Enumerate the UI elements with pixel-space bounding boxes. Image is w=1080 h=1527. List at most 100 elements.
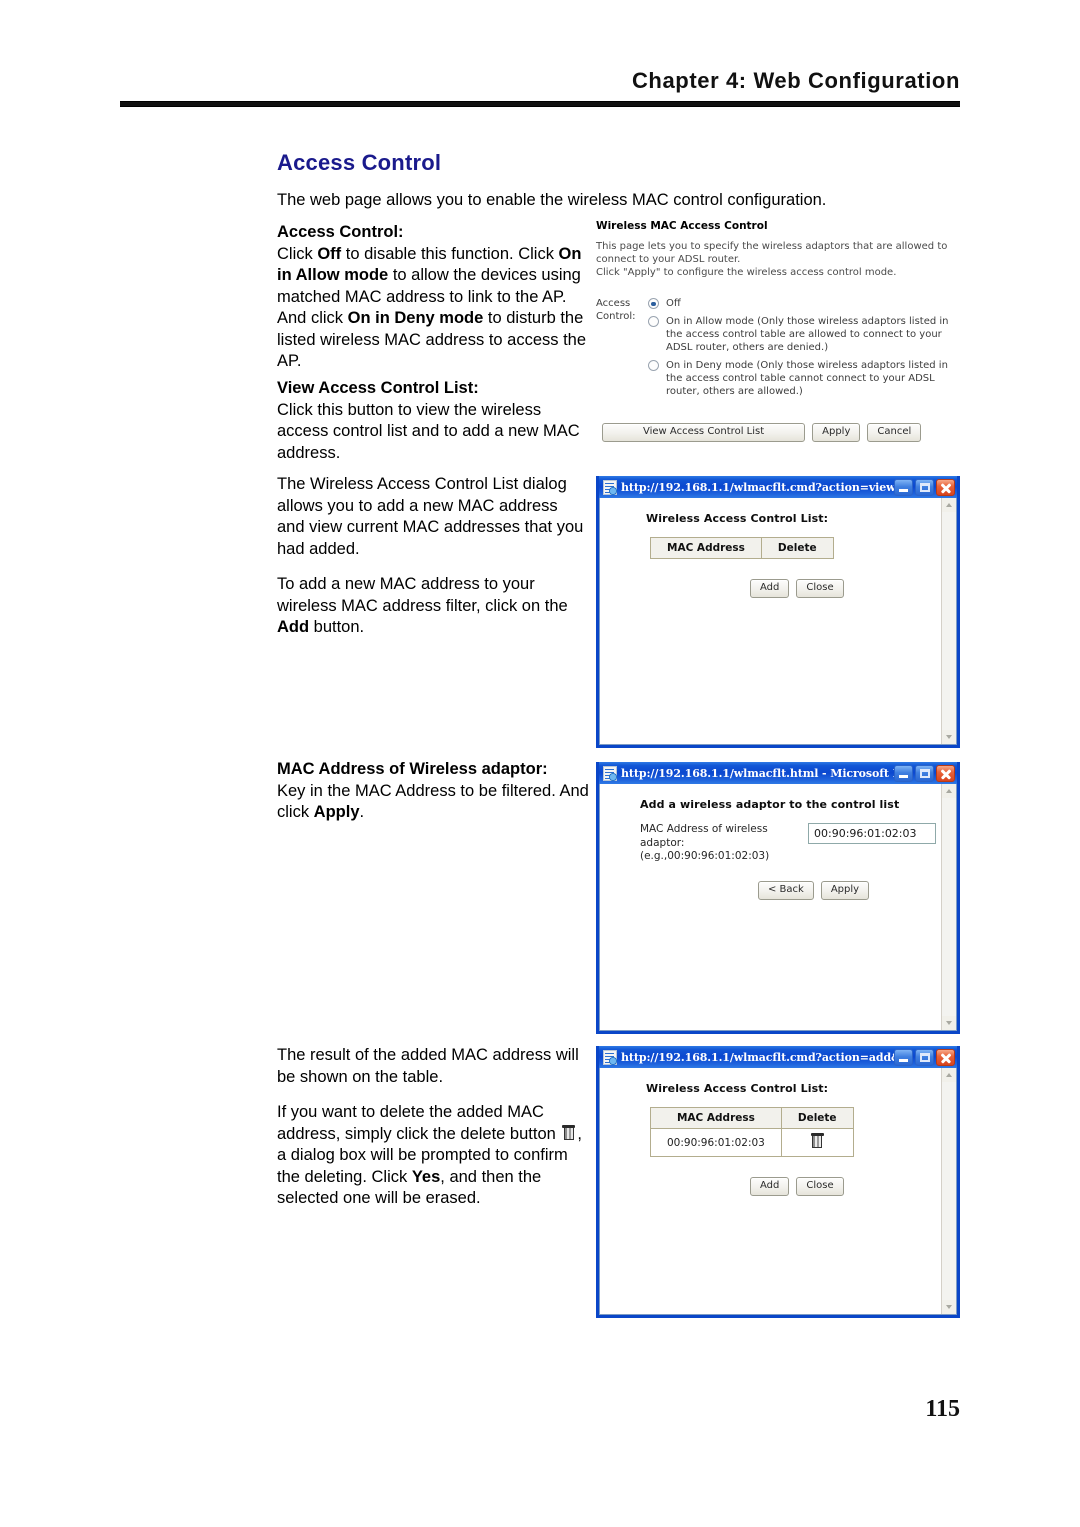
apply-button[interactable]: Apply <box>812 423 861 443</box>
cell-mac-address: 00:90:96:01:02:03 <box>650 1128 782 1157</box>
intro-paragraph: The web page allows you to enable the wi… <box>277 191 827 209</box>
dialog-actions: Add Close <box>750 1177 956 1196</box>
minimize-button[interactable] <box>894 478 913 496</box>
wacl-p2-bold-add: Add <box>277 618 310 637</box>
window-body: Wireless Access Control List: MAC Addres… <box>599 498 957 745</box>
close-button[interactable]: Close <box>796 579 844 598</box>
scroll-up-icon[interactable] <box>942 784 956 798</box>
close-button[interactable]: Close <box>796 1177 844 1196</box>
window-titlebar[interactable]: http://192.168.1.1/wlmacflt.html - Micro… <box>599 762 957 784</box>
apply-button[interactable]: Apply <box>820 880 870 900</box>
radio-label-allow: On in Allow mode (Only those wireless ad… <box>666 316 949 354</box>
window-controls <box>894 1048 955 1066</box>
result-paragraph-2: If you want to delete the added MAC addr… <box>277 1102 589 1210</box>
chapter-title: Chapter 4: Web Configuration <box>631 68 960 93</box>
window-titlebar[interactable]: http://192.168.1.1/wlmacflt.cmd?action=a… <box>599 1046 957 1068</box>
access-control-lead: Access Control: <box>277 223 404 241</box>
maximize-button[interactable] <box>915 1048 934 1066</box>
radio-label-deny: On in Deny mode (Only those wireless ada… <box>666 360 948 398</box>
page-number: 115 <box>925 1396 960 1422</box>
view-list-lead: View Access Control List: <box>277 379 479 397</box>
field-label-line1: MAC Address of wireless <box>640 823 768 835</box>
scroll-up-icon[interactable] <box>942 1068 956 1082</box>
radio-button-allow[interactable] <box>648 316 659 328</box>
view-access-control-list-button[interactable]: View Access Control List <box>602 423 806 443</box>
dialog-heading: Wireless Access Control List: <box>646 512 829 525</box>
radio-option-allow[interactable]: On in Allow mode (Only those wireless ad… <box>648 315 962 354</box>
wmac-field-label: Access Control: <box>596 298 636 322</box>
close-icon[interactable] <box>936 478 955 496</box>
scroll-down-icon[interactable] <box>942 1016 956 1030</box>
wmac-description: This page lets you to specify the wirele… <box>596 241 962 279</box>
column-header-mac-address: MAC Address <box>650 1107 782 1129</box>
cancel-button[interactable]: Cancel <box>867 423 922 443</box>
result-description: The result of the added MAC address will… <box>277 1045 589 1224</box>
result-p2-a: If you want to delete the added MAC addr… <box>277 1103 561 1143</box>
mac-adaptor-description: MAC Address of Wireless adaptor: Key in … <box>277 759 589 838</box>
dialog-content: Add a wireless adaptor to the control li… <box>600 784 956 900</box>
scroll-up-icon[interactable] <box>942 498 956 512</box>
wmac-radio-group: Off On in Allow mode (Only those wireles… <box>648 297 962 403</box>
window-titlebar[interactable]: http://192.168.1.1/wlmacflt.cmd?action=v… <box>599 476 957 498</box>
maximize-button[interactable] <box>915 478 934 496</box>
trash-icon <box>562 1124 576 1141</box>
radio-button-off[interactable] <box>648 298 659 310</box>
column-header-mac-address: MAC Address <box>650 537 762 559</box>
mac-adaptor-lead: MAC Address of Wireless adaptor: <box>277 760 548 778</box>
cell-delete[interactable] <box>780 1128 854 1157</box>
result-paragraph-1: The result of the added MAC address will… <box>277 1046 579 1086</box>
access-control-description: Access Control: Click Off to disable thi… <box>277 222 589 387</box>
close-icon[interactable] <box>936 1048 955 1066</box>
wmac-description-line1: This page lets you to specify the wirele… <box>596 241 948 265</box>
table-header-row: MAC Address Delete <box>650 1107 854 1129</box>
figure-wireless-mac-access-control: Wireless MAC Access Control This page le… <box>596 220 962 443</box>
dialog-heading: Wireless Access Control List: <box>646 1082 829 1095</box>
close-icon[interactable] <box>936 764 955 782</box>
document-icon <box>603 765 617 781</box>
scroll-down-icon[interactable] <box>942 1300 956 1314</box>
dialog-content: Wireless Access Control List: MAC Addres… <box>600 498 956 598</box>
dialog-heading: Add a wireless adaptor to the control li… <box>640 798 900 811</box>
window-controls <box>894 764 955 782</box>
dialog-actions: < Back Apply <box>758 880 956 900</box>
trash-icon[interactable] <box>810 1133 824 1149</box>
figure-result-list-window: http://192.168.1.1/wlmacflt.cmd?action=a… <box>596 1046 960 1318</box>
mac-address-table: MAC Address Delete 00:90:96:01:02:03 <box>650 1107 854 1157</box>
window-title: http://192.168.1.1/wlmacflt.cmd?action=v… <box>621 480 894 494</box>
mac-address-input[interactable] <box>808 823 936 844</box>
column-header-delete: Delete <box>760 537 834 559</box>
wmac-description-line2: Click "Apply" to configure the wireless … <box>596 266 897 278</box>
window-title: http://192.168.1.1/wlmacflt.cmd?action=a… <box>621 1050 894 1064</box>
mac-address-field-row: MAC Address of wireless adaptor: (e.g.,0… <box>640 823 956 864</box>
add-button[interactable]: Add <box>750 1177 790 1196</box>
radio-button-deny[interactable] <box>648 360 659 372</box>
wmac-title: Wireless MAC Access Control <box>596 220 768 232</box>
vertical-scrollbar[interactable] <box>941 784 956 1030</box>
minimize-button[interactable] <box>894 1048 913 1066</box>
view-access-control-list-description: View Access Control List: Click this but… <box>277 378 589 478</box>
field-label-line3: (e.g.,00:90:96:01:02:03) <box>640 850 770 863</box>
scroll-down-icon[interactable] <box>942 730 956 744</box>
figure-view-access-control-list-window: http://192.168.1.1/wlmacflt.cmd?action=v… <box>596 476 960 748</box>
result-p2-bold-yes: Yes <box>411 1167 441 1186</box>
header-rule <box>120 101 960 107</box>
page-header: Chapter 4: Web Configuration <box>120 68 960 94</box>
add-button[interactable]: Add <box>750 579 790 598</box>
minimize-button[interactable] <box>894 764 913 782</box>
vertical-scrollbar[interactable] <box>941 1068 956 1314</box>
page-title: Access Control <box>277 150 442 175</box>
ac-bold-off: Off <box>317 244 342 263</box>
wacl-paragraph-1: The Wireless Access Control List dialog … <box>277 475 584 558</box>
maximize-button[interactable] <box>915 764 934 782</box>
radio-option-deny[interactable]: On in Deny mode (Only those wireless ada… <box>648 359 962 398</box>
ac-text-1: Click <box>277 244 318 263</box>
figure-add-adaptor-window: http://192.168.1.1/wlmacflt.html - Micro… <box>596 762 960 1034</box>
table-header-row: MAC Address Delete <box>650 537 834 559</box>
vertical-scrollbar[interactable] <box>941 498 956 744</box>
wacl-paragraph-2: To add a new MAC address to your wireles… <box>277 574 589 639</box>
radio-option-off[interactable]: Off <box>648 297 962 310</box>
document-icon <box>603 1049 617 1065</box>
window-title: http://192.168.1.1/wlmacflt.html - Micro… <box>621 766 894 780</box>
document-icon <box>603 479 617 495</box>
back-button[interactable]: < Back <box>758 880 814 900</box>
